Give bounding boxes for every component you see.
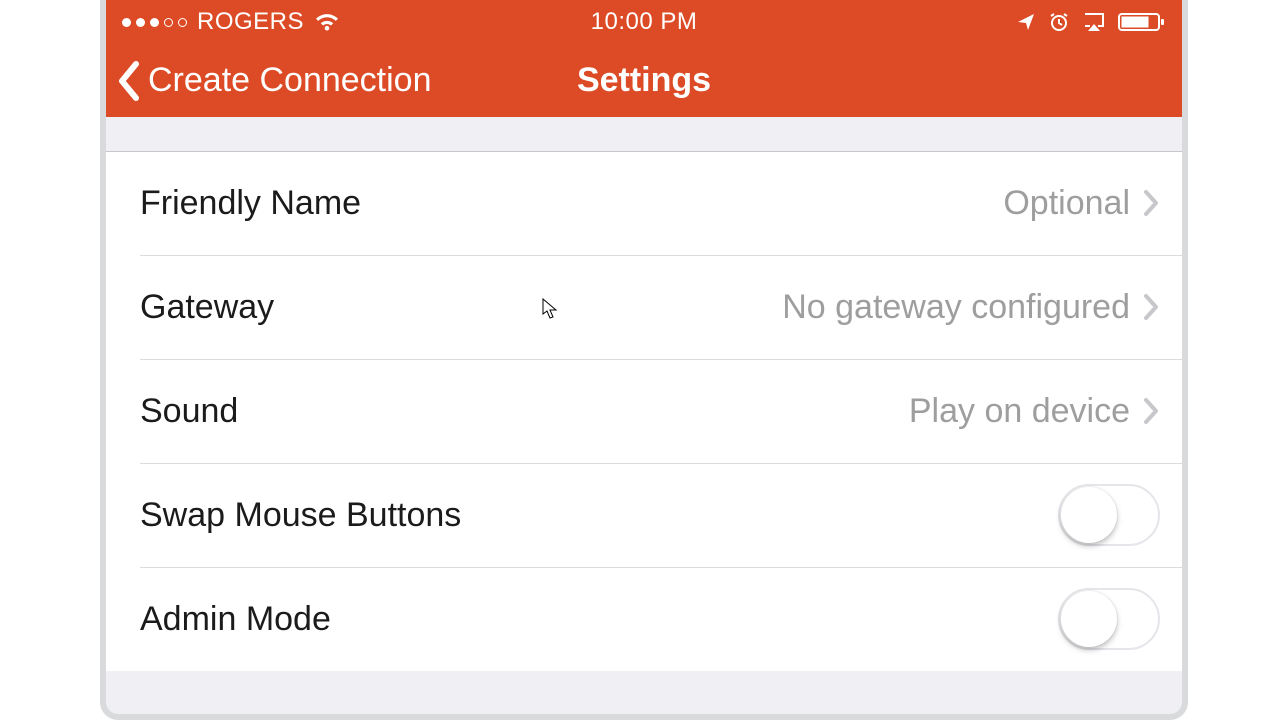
alarm-icon <box>1048 11 1070 33</box>
wifi-icon <box>314 12 340 32</box>
carrier-label: ROGERS <box>197 8 304 36</box>
location-icon <box>1016 12 1036 32</box>
navigation-bar: Create Connection Settings <box>106 44 1182 117</box>
status-left: ROGERS <box>122 8 591 36</box>
row-gateway[interactable]: Gateway No gateway configured <box>106 255 1182 359</box>
status-time: 10:00 PM <box>591 8 698 36</box>
row-label: Friendly Name <box>140 184 1003 223</box>
battery-icon <box>1118 12 1166 32</box>
section-spacer <box>106 117 1182 151</box>
status-bar: ROGERS 10:00 PM <box>106 0 1182 44</box>
row-label: Gateway <box>140 288 782 327</box>
status-right <box>697 11 1166 33</box>
row-value: Optional <box>1003 184 1130 223</box>
chevron-right-icon <box>1142 396 1160 426</box>
row-admin-mode: Admin Mode <box>106 567 1182 671</box>
chevron-left-icon <box>116 60 142 102</box>
back-label: Create Connection <box>148 61 432 100</box>
row-friendly-name[interactable]: Friendly Name Optional <box>106 151 1182 255</box>
row-label: Sound <box>140 392 909 431</box>
chevron-right-icon <box>1142 188 1160 218</box>
row-label: Admin Mode <box>140 600 1058 639</box>
row-sound[interactable]: Sound Play on device <box>106 359 1182 463</box>
swap-mouse-toggle[interactable] <box>1058 484 1160 546</box>
signal-strength-icon <box>122 18 187 27</box>
device-frame: ROGERS 10:00 PM Create <box>100 0 1188 720</box>
settings-list: Friendly Name Optional Gateway No gatewa… <box>106 151 1182 671</box>
back-button[interactable]: Create Connection <box>106 60 432 102</box>
content-area: Friendly Name Optional Gateway No gatewa… <box>106 117 1182 714</box>
airplay-icon <box>1082 12 1106 32</box>
row-label: Swap Mouse Buttons <box>140 496 1058 535</box>
row-value: Play on device <box>909 392 1130 431</box>
row-swap-mouse-buttons: Swap Mouse Buttons <box>106 463 1182 567</box>
chevron-right-icon <box>1142 292 1160 322</box>
admin-mode-toggle[interactable] <box>1058 588 1160 650</box>
row-value: No gateway configured <box>782 288 1130 327</box>
